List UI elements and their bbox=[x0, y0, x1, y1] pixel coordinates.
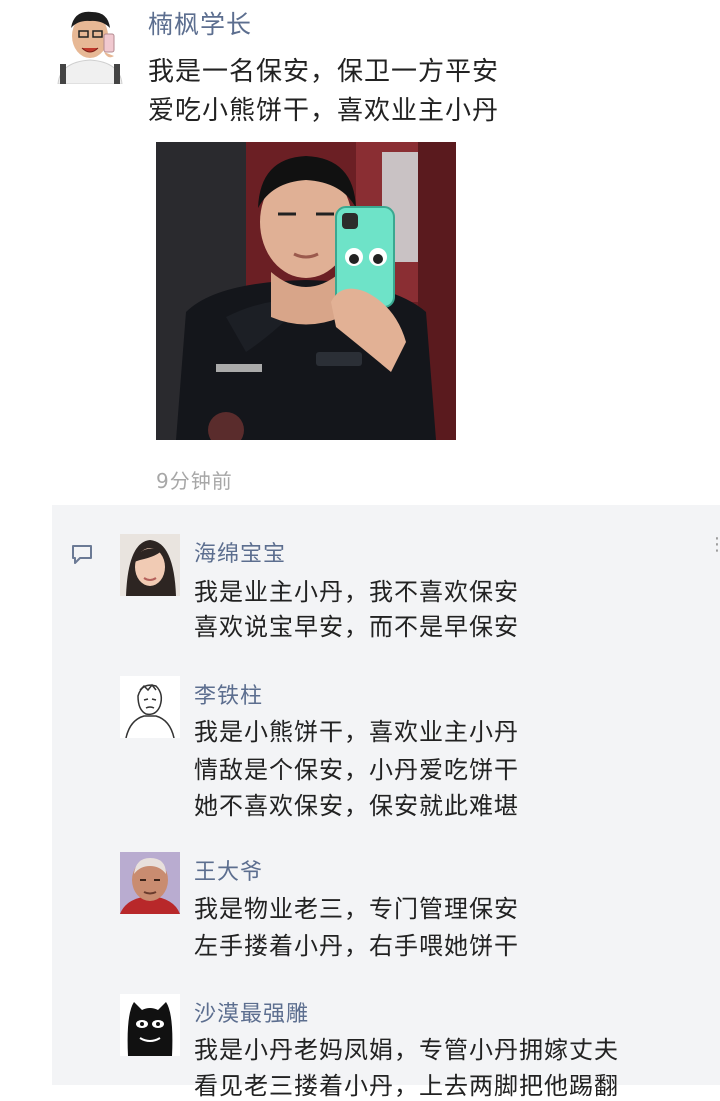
comment-3-line-1: 我是物业老三，专门管理保安 bbox=[194, 895, 519, 923]
more-dots-icon[interactable]: ⋮ bbox=[708, 534, 720, 555]
moments-post: 楠枫学长 我是一名保安，保卫一方平安 爱吃小熊饼干，喜欢业主小丹 9分钟前 bbox=[0, 0, 720, 500]
comment-2-line-1: 我是小熊饼干，喜欢业主小丹 bbox=[194, 718, 519, 746]
comment-avatar-4[interactable] bbox=[120, 994, 180, 1056]
comment-1-line-1: 我是业主小丹，我不喜欢保安 bbox=[194, 578, 519, 606]
post-text-line-2: 爱吃小熊饼干，喜欢业主小丹 bbox=[148, 96, 500, 126]
comment-name-1[interactable]: 海绵宝宝 bbox=[194, 536, 286, 568]
author-avatar[interactable] bbox=[50, 4, 130, 84]
comment-avatar-3[interactable] bbox=[120, 852, 180, 914]
comment-2-line-3: 她不喜欢保安，保安就此难堪 bbox=[194, 792, 519, 820]
comment-avatar-1[interactable] bbox=[120, 534, 180, 596]
comment-avatar-2[interactable] bbox=[120, 676, 180, 738]
post-text-line-1: 我是一名保安，保卫一方平安 bbox=[148, 57, 500, 87]
comment-name-3[interactable]: 王大爷 bbox=[194, 854, 263, 886]
comment-name-2[interactable]: 李铁柱 bbox=[194, 678, 263, 710]
post-timestamp: 9分钟前 bbox=[156, 469, 233, 493]
comment-4-line-2: 看见老三搂着小丹，上去两脚把他踢翻 bbox=[194, 1072, 619, 1100]
post-photo[interactable] bbox=[156, 142, 456, 440]
comment-2-line-2: 情敌是个保安，小丹爱吃饼干 bbox=[194, 756, 519, 784]
comment-bubble-icon[interactable] bbox=[70, 543, 96, 567]
comment-1-line-2: 喜欢说宝早安，而不是早保安 bbox=[194, 613, 519, 641]
comment-4-line-1: 我是小丹老妈凤娟，专管小丹拥嫁丈夫 bbox=[194, 1036, 619, 1064]
comment-name-4[interactable]: 沙漠最强雕 bbox=[194, 996, 309, 1028]
comment-3-line-2: 左手搂着小丹，右手喂她饼干 bbox=[194, 932, 519, 960]
author-name[interactable]: 楠枫学长 bbox=[148, 5, 252, 41]
